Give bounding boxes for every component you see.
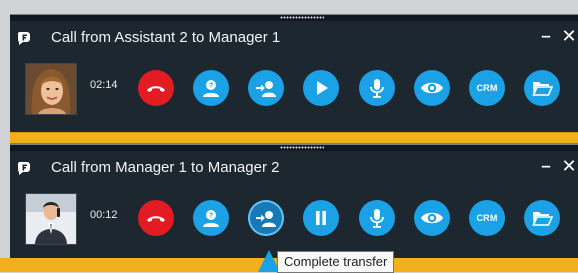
monitor-button[interactable] xyxy=(414,200,450,236)
resize-grip[interactable] xyxy=(10,14,578,21)
open-folder-button[interactable] xyxy=(524,200,560,236)
consult-icon: ? xyxy=(203,80,219,97)
call-controls: 00:12 ? CRM xyxy=(10,184,578,250)
call-title: Call from Manager 1 to Manager 2 xyxy=(51,159,280,176)
pause-icon xyxy=(316,211,326,225)
consult-icon: ? xyxy=(203,210,219,227)
close-button[interactable]: ✕ xyxy=(561,27,577,45)
crm-label: CRM xyxy=(476,83,498,93)
tooltip-text: Complete transfer xyxy=(284,254,388,269)
call-timer: 00:12 xyxy=(90,209,118,221)
crm-label: CRM xyxy=(476,213,498,223)
caller-avatar xyxy=(25,63,77,115)
close-button[interactable]: ✕ xyxy=(561,157,577,175)
open-folder-button[interactable] xyxy=(524,70,560,106)
eye-icon xyxy=(421,82,443,94)
svg-text:?: ? xyxy=(209,213,213,220)
resize-grip[interactable] xyxy=(10,144,578,151)
complete-transfer-button[interactable] xyxy=(248,200,284,236)
play-icon xyxy=(317,81,328,95)
app-logo-icon xyxy=(17,162,30,175)
minimize-button[interactable]: – xyxy=(538,27,554,45)
crm-button[interactable]: CRM xyxy=(469,70,505,106)
mute-button[interactable] xyxy=(359,200,395,236)
transfer-icon xyxy=(256,211,276,227)
folder-icon xyxy=(532,82,553,96)
title-bar[interactable]: Call from Manager 1 to Manager 2 – ✕ xyxy=(10,151,578,184)
call-panel: Call from Assistant 2 to Manager 1 – ✕ 0… xyxy=(10,21,578,132)
app-logo-icon xyxy=(17,32,30,45)
hold-toggle-button[interactable] xyxy=(303,200,339,236)
window-separator xyxy=(10,132,578,144)
hang-up-icon xyxy=(147,86,165,92)
hold-toggle-button[interactable] xyxy=(303,70,339,106)
call-panel: Call from Manager 1 to Manager 2 – ✕ 00:… xyxy=(10,151,578,262)
minimize-button[interactable]: – xyxy=(538,157,554,175)
transfer-icon xyxy=(256,81,276,97)
caller-avatar xyxy=(25,193,77,245)
svg-text:?: ? xyxy=(209,83,213,90)
call-title: Call from Assistant 2 to Manager 1 xyxy=(51,29,281,46)
microphone-icon xyxy=(370,79,384,98)
microphone-icon xyxy=(370,209,384,228)
transfer-button[interactable] xyxy=(248,70,284,106)
consult-button[interactable]: ? xyxy=(193,70,229,106)
monitor-button[interactable] xyxy=(414,70,450,106)
call-timer: 02:14 xyxy=(90,79,118,91)
call-windows-stack: Call from Assistant 2 to Manager 1 – ✕ 0… xyxy=(10,14,578,272)
tooltip: Complete transfer xyxy=(277,251,395,273)
folder-icon xyxy=(532,212,553,226)
crm-button[interactable]: CRM xyxy=(469,200,505,236)
call-controls: 02:14 ? CRM xyxy=(10,54,578,120)
title-bar[interactable]: Call from Assistant 2 to Manager 1 – ✕ xyxy=(10,21,578,54)
hang-up-button[interactable] xyxy=(138,200,174,236)
hang-up-button[interactable] xyxy=(138,70,174,106)
hang-up-icon xyxy=(147,216,165,222)
consult-button[interactable]: ? xyxy=(193,200,229,236)
eye-icon xyxy=(421,212,443,224)
mute-button[interactable] xyxy=(359,70,395,106)
